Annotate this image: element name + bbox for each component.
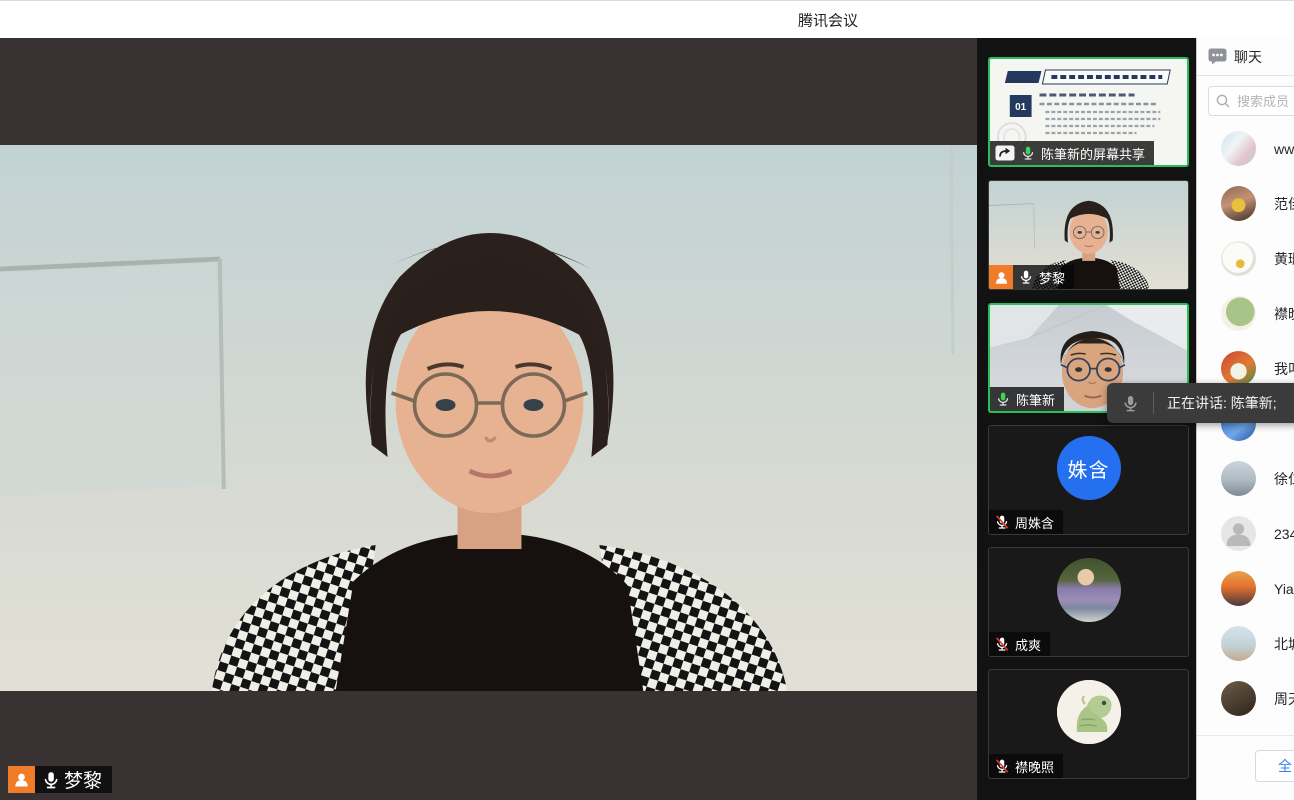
- mic-muted-icon: [994, 758, 1010, 774]
- avatar-green-dino-cartoon: [1057, 680, 1121, 744]
- chat-bubble-icon: [1208, 48, 1227, 65]
- main-video-feed: [0, 145, 977, 691]
- tile-label-text: 梦黎: [1039, 268, 1065, 287]
- speaking-toast-text: 正在讲话: 陈筆新;: [1167, 393, 1277, 413]
- mic-icon: [1018, 269, 1034, 285]
- member-row[interactable]: 北城: [1197, 616, 1294, 671]
- chat-panel-footer: 全: [1197, 735, 1294, 782]
- member-row[interactable]: 徐仁: [1197, 451, 1294, 506]
- member-name: ww: [1274, 141, 1294, 157]
- toast-divider: [1153, 392, 1154, 414]
- tile-label-text: 襟晚照: [1015, 757, 1054, 776]
- tile-mengli[interactable]: 梦黎: [988, 180, 1189, 290]
- woman-video-illustration: [0, 145, 977, 691]
- mic-speaking-icon: [995, 391, 1011, 407]
- member-name: 234: [1274, 526, 1294, 542]
- avatar-photo-lavender-field: [1057, 558, 1121, 622]
- main-speaker-name: 梦黎: [64, 766, 102, 793]
- tile-label-text: 陈筆新的屏幕共享: [1041, 144, 1145, 163]
- member-name: 范佳: [1274, 194, 1294, 214]
- member-row[interactable]: Yia: [1197, 561, 1294, 616]
- avatar-white-duck-cartoon: [1221, 241, 1256, 276]
- avatar-green-dino-cartoon: [1221, 296, 1256, 331]
- avatar-red-duck-cartoon: [1221, 351, 1256, 386]
- tencent-meeting-window: 腾讯会议: [0, 0, 1294, 800]
- avatar-initials: 姝含: [1057, 436, 1121, 500]
- avatar-default-person-icon: [1221, 516, 1256, 551]
- tile-nameplate: 梦黎: [989, 265, 1074, 289]
- tile-chengshuang[interactable]: 成爽: [988, 547, 1189, 657]
- member-name: Yia: [1274, 581, 1294, 597]
- avatar-photo-street: [1221, 461, 1256, 496]
- screen-share-icon: [995, 145, 1015, 161]
- tile-label-text: 周姝含: [1015, 513, 1054, 532]
- member-row[interactable]: ww: [1197, 121, 1294, 176]
- title-bar: 腾讯会议: [0, 0, 1294, 38]
- host-person-icon: [8, 766, 35, 793]
- mic-muted-icon: [994, 514, 1010, 530]
- member-search: [1208, 86, 1294, 116]
- member-name: 襟晚: [1274, 304, 1294, 324]
- tile-jinwanzhao[interactable]: 襟晚照: [988, 669, 1189, 779]
- tile-label-text: 陈筆新: [1016, 390, 1055, 409]
- tile-zhoushuhan[interactable]: 姝含 周姝含: [988, 425, 1189, 535]
- main-speaker-nameplate: 梦黎: [8, 766, 112, 793]
- member-name: 北城: [1274, 634, 1294, 654]
- search-icon: [1215, 93, 1231, 109]
- member-list: ww 范佳 黄珊 襟晚 我叫: [1197, 121, 1294, 726]
- avatar-photo-sea-dog: [1221, 626, 1256, 661]
- slide-number: 01: [1015, 102, 1026, 113]
- member-name: 徐仁: [1274, 469, 1294, 489]
- mic-muted-icon: [994, 636, 1010, 652]
- avatar-photo-sunset: [1221, 571, 1256, 606]
- main-video-stage[interactable]: 梦黎: [0, 38, 977, 800]
- speaking-toast: 正在讲话: 陈筆新;: [1107, 383, 1294, 423]
- tile-screen-share[interactable]: 01 陈筆新的屏幕共享: [988, 57, 1189, 167]
- tile-label-text: 成爽: [1015, 635, 1041, 654]
- member-row[interactable]: 周天: [1197, 671, 1294, 726]
- member-row[interactable]: 襟晚: [1197, 286, 1294, 341]
- chat-panel-header: 聊天: [1197, 38, 1294, 76]
- member-row[interactable]: 范佳: [1197, 176, 1294, 231]
- avatar-photo-winter: [1221, 131, 1256, 166]
- avatar-photo-dark: [1221, 681, 1256, 716]
- mic-speaking-icon: [1020, 145, 1036, 161]
- window-title: 腾讯会议: [798, 9, 858, 30]
- chat-panel-title: 聊天: [1234, 47, 1262, 67]
- mute-all-button[interactable]: 全: [1255, 750, 1294, 782]
- member-name: 周天: [1274, 689, 1294, 709]
- host-person-icon: [989, 265, 1013, 289]
- mic-icon: [1121, 394, 1140, 413]
- member-name: 黄珊: [1274, 249, 1294, 269]
- mic-icon: [41, 770, 61, 790]
- avatar-photo-sunglasses-girl: [1221, 186, 1256, 221]
- member-name: 我叫: [1274, 359, 1294, 379]
- member-row[interactable]: 黄珊: [1197, 231, 1294, 286]
- member-row[interactable]: 234: [1197, 506, 1294, 561]
